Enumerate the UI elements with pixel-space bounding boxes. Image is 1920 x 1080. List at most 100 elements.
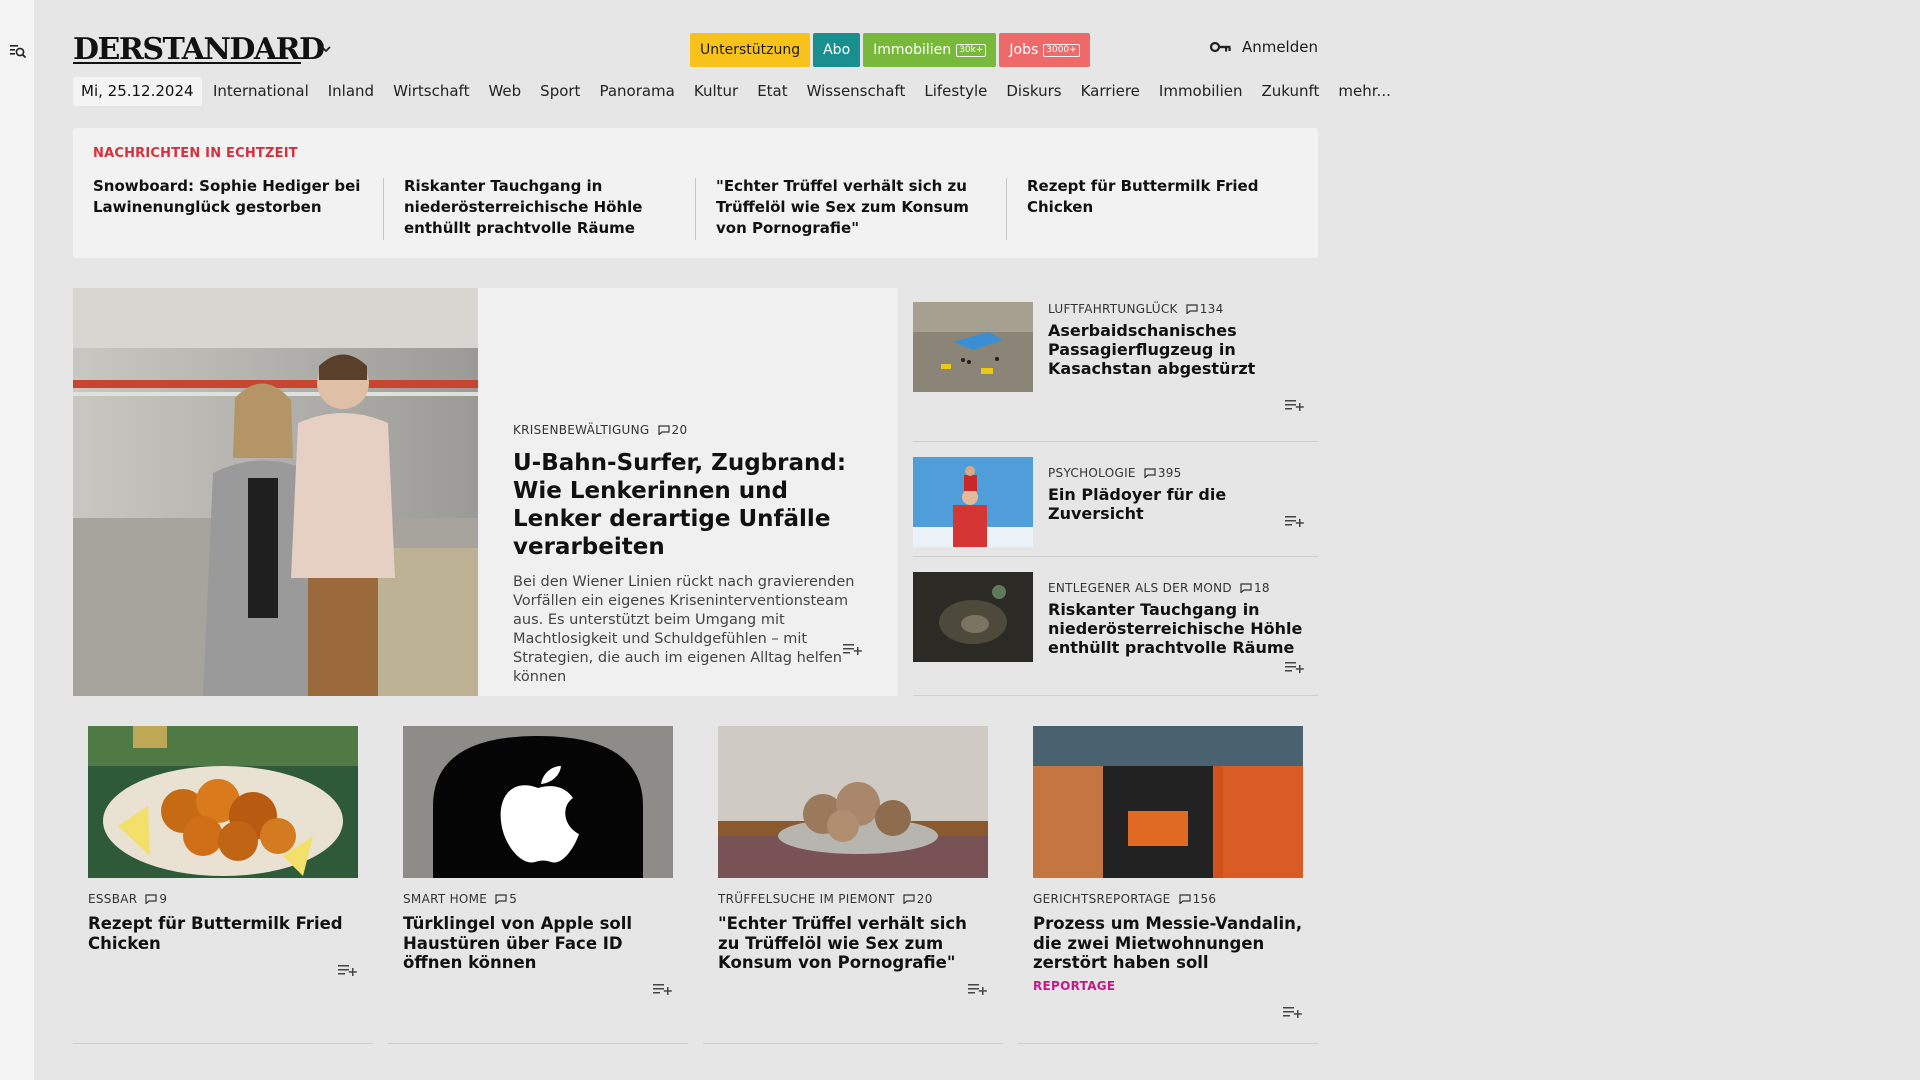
comment-count[interactable]: 20 xyxy=(657,423,688,437)
playlist-add-icon[interactable] xyxy=(843,642,863,656)
card-kicker: SMART HOME 5 xyxy=(403,892,673,906)
chevron-down-icon[interactable] xyxy=(319,42,333,56)
comment-count[interactable]: 134 xyxy=(1186,302,1224,316)
nav-zukunft[interactable]: Zukunft xyxy=(1262,77,1320,106)
ticker-item[interactable]: Rezept für Buttermilk Fried Chicken xyxy=(1027,176,1317,218)
jobs-count-badge: 3000+ xyxy=(1043,43,1080,57)
nav-inland[interactable]: Inland xyxy=(328,77,374,106)
key-icon xyxy=(1209,41,1231,53)
nav-web[interactable]: Web xyxy=(488,77,521,106)
comment-count[interactable]: 5 xyxy=(495,892,517,906)
ticker-item[interactable]: Riskanter Tauchgang in niederöster­reich… xyxy=(404,176,689,239)
side-article-image[interactable] xyxy=(913,572,1033,662)
side-headline[interactable]: Aserbaidschanisches Passagier­flugzeug i… xyxy=(1048,321,1308,378)
playlist-add-icon[interactable] xyxy=(1285,398,1305,412)
side-article-image[interactable] xyxy=(913,457,1033,547)
side-headline[interactable]: Ein Plädoyer für die Zuversicht xyxy=(1048,485,1308,523)
nav-karriere[interactable]: Karriere xyxy=(1081,77,1140,106)
nav-immobilien[interactable]: Immobilien xyxy=(1159,77,1243,106)
playlist-add-icon[interactable] xyxy=(1285,660,1305,674)
card-headline[interactable]: "Echter Trüffel verhält sich zu Trüffelö… xyxy=(718,914,988,973)
side-article-text: ENTLEGENER ALS DER MOND 18 Riskanter Tau… xyxy=(1048,581,1308,657)
card-kicker: TRÜFFELSUCHE IM PIEMONT 20 xyxy=(718,892,988,906)
playlist-add-icon[interactable] xyxy=(338,963,358,977)
article-card[interactable]: ESSBAR 9 Rezept für Buttermilk Fried Chi… xyxy=(73,726,373,1044)
side-article-text: LUFTFAHRTUNGLÜCK 134 Aserbaidschanisches… xyxy=(1048,302,1308,378)
card-image[interactable] xyxy=(88,726,358,878)
comment-count-value: 9 xyxy=(159,892,168,906)
playlist-add-icon[interactable] xyxy=(653,982,673,996)
side-kicker-label: PSYCHOLOGIE xyxy=(1048,466,1136,480)
hero-kicker: KRISENBEWÄLTIGUNG 20 xyxy=(513,423,863,437)
nav-etat[interactable]: Etat xyxy=(757,77,787,106)
card-headline[interactable]: Rezept für Buttermilk Fried Chicken xyxy=(88,914,358,953)
comment-count[interactable]: 395 xyxy=(1144,466,1182,480)
card-kicker-label: SMART HOME xyxy=(403,892,488,906)
support-button[interactable]: Unterstützung xyxy=(690,33,811,67)
playlist-add-icon[interactable] xyxy=(1283,1005,1303,1019)
comment-icon xyxy=(1178,894,1191,904)
jobs-button[interactable]: Jobs 3000+ xyxy=(999,33,1090,67)
playlist-add-icon[interactable] xyxy=(968,982,988,996)
nav-wissenschaft[interactable]: Wissenschaft xyxy=(807,77,906,106)
nav-wirtschaft[interactable]: Wirtschaft xyxy=(393,77,469,106)
side-kicker: ENTLEGENER ALS DER MOND 18 xyxy=(1048,581,1308,595)
card-text: TRÜFFELSUCHE IM PIEMONT 20 "Echter Trüff… xyxy=(718,892,988,973)
card-image[interactable] xyxy=(1033,726,1303,878)
side-article[interactable]: PSYCHOLOGIE 395 Ein Plädoyer für die Zuv… xyxy=(913,442,1318,557)
comment-icon xyxy=(145,894,158,904)
card-image[interactable] xyxy=(403,726,673,878)
comment-count[interactable]: 18 xyxy=(1240,581,1270,595)
nav-international[interactable]: International xyxy=(213,77,309,106)
comment-count[interactable]: 9 xyxy=(145,892,167,906)
card-kicker-label: TRÜFFELSUCHE IM PIEMONT xyxy=(718,892,895,906)
comment-icon xyxy=(495,894,507,904)
playlist-add-icon[interactable] xyxy=(1285,514,1305,528)
card-headline[interactable]: Türklingel von Apple soll Haustüren über… xyxy=(403,914,673,973)
immobilien-button[interactable]: Immobilien 30k+ xyxy=(863,33,997,67)
ticker-label: NACHRICHTEN IN ECHTZEIT xyxy=(93,146,298,161)
comment-count-value: 395 xyxy=(1157,466,1182,480)
hero-lead: Bei den Wiener Linien rückt nach gravier… xyxy=(513,574,855,685)
immobilien-count-badge: 30k+ xyxy=(956,43,987,57)
support-label: Unterstützung xyxy=(700,42,801,58)
search-menu-icon[interactable] xyxy=(9,42,27,60)
card-image[interactable] xyxy=(718,726,988,878)
ticker-divider xyxy=(1006,178,1007,240)
card-text: GERICHTSREPORTAGE 156 Prozess um Messie-… xyxy=(1033,892,1303,993)
comment-icon xyxy=(1240,583,1252,593)
article-card[interactable]: SMART HOME 5 Türklingel von Apple soll H… xyxy=(388,726,688,1044)
comment-count[interactable]: 156 xyxy=(1178,892,1217,906)
nav-diskurs[interactable]: Diskurs xyxy=(1006,77,1061,106)
login-button[interactable]: Anmelden xyxy=(1209,38,1318,56)
side-article[interactable]: ENTLEGENER ALS DER MOND 18 Riskanter Tau… xyxy=(913,557,1318,696)
ticker-item[interactable]: "Echter Trüffel verhält sich zu Trüf­fel… xyxy=(716,176,1001,239)
comment-count-value: 20 xyxy=(671,423,688,437)
hero-image[interactable] xyxy=(73,288,478,696)
nav-lifestyle[interactable]: Lifestyle xyxy=(924,77,987,106)
comment-count[interactable]: 20 xyxy=(903,892,933,906)
immobilien-label: Immobilien xyxy=(873,42,952,58)
abo-button[interactable]: Abo xyxy=(813,33,861,67)
hero-headline[interactable]: U-Bahn-Surfer, Zugbrand: Wie Lenkerinnen… xyxy=(513,449,863,561)
nav-sport[interactable]: Sport xyxy=(540,77,580,106)
comment-count-value: 5 xyxy=(509,892,518,906)
jobs-label: Jobs xyxy=(1009,42,1039,58)
hero-article[interactable]: KRISENBEWÄLTIGUNG 20 U-Bahn-Surfer, Zugb… xyxy=(73,288,898,696)
article-card[interactable]: GERICHTSREPORTAGE 156 Prozess um Messie-… xyxy=(1018,726,1318,1044)
left-rail xyxy=(0,0,34,1080)
side-article-image[interactable] xyxy=(913,302,1033,392)
ticker-divider xyxy=(695,178,696,240)
nav-kultur[interactable]: Kultur xyxy=(694,77,738,106)
nav-panorama[interactable]: Panorama xyxy=(599,77,674,106)
card-headline[interactable]: Prozess um Messie-Vandalin, die zwei Mie… xyxy=(1033,914,1303,973)
comment-count-value: 18 xyxy=(1253,581,1270,595)
nav-more[interactable]: mehr... xyxy=(1338,77,1390,106)
side-kicker: LUFTFAHRTUNGLÜCK 134 xyxy=(1048,302,1308,316)
card-kicker-label: GERICHTSREPORTAGE xyxy=(1033,892,1171,906)
side-article[interactable]: LUFTFAHRTUNGLÜCK 134 Aserbaidschanisches… xyxy=(913,302,1318,442)
article-card[interactable]: TRÜFFELSUCHE IM PIEMONT 20 "Echter Trüff… xyxy=(703,726,1003,1044)
side-headline[interactable]: Riskanter Tauchgang in niederös­terreich… xyxy=(1048,600,1308,657)
ticker-item[interactable]: Snowboard: Sophie Hediger bei Lawi­nenun… xyxy=(93,176,373,218)
side-kicker: PSYCHOLOGIE 395 xyxy=(1048,466,1308,480)
